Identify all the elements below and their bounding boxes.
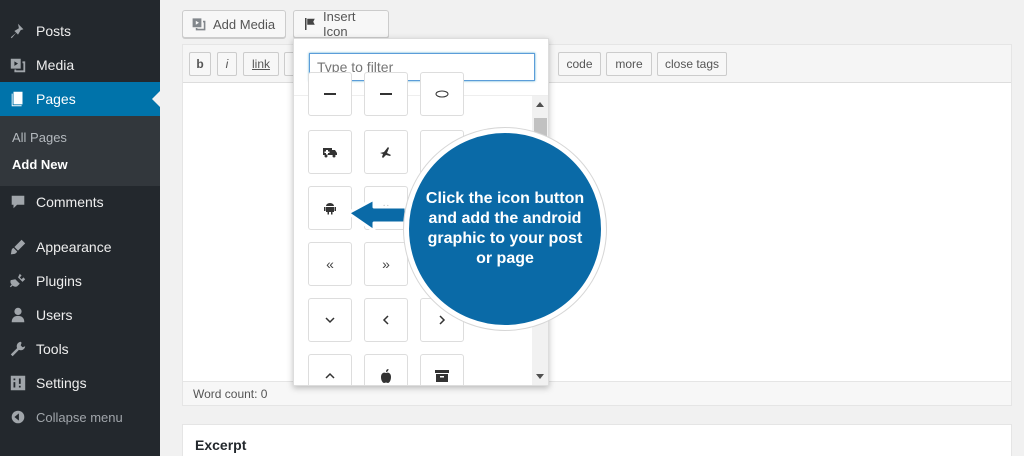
submenu-item-all-pages[interactable]: All Pages xyxy=(12,130,67,145)
minus-icon-tile[interactable] xyxy=(308,72,352,116)
ambulance-icon xyxy=(323,148,337,158)
collapse-menu-button[interactable]: Collapse menu xyxy=(0,400,160,434)
apple-icon-tile[interactable] xyxy=(364,354,408,385)
callout-bubble: Click the icon button and add the androi… xyxy=(404,128,606,330)
insert-icon-button[interactable]: Insert Icon xyxy=(293,9,389,39)
sidebar-item-tools[interactable]: Tools xyxy=(0,332,160,366)
scroll-down-arrow-icon[interactable] xyxy=(536,374,544,379)
sidebar-item-label: Comments xyxy=(36,194,104,210)
quicktag-link-button[interactable]: link xyxy=(243,52,279,76)
angle-left-icon-tile[interactable] xyxy=(364,298,408,342)
quicktag-more-button[interactable]: more xyxy=(606,52,652,76)
eye-icon-tile[interactable] xyxy=(420,72,464,116)
sidebar-item-label: Media xyxy=(36,57,75,73)
sidebar-item-label: Posts xyxy=(36,23,72,39)
quicktag-bold-button[interactable]: b xyxy=(189,52,211,76)
plane-icon xyxy=(380,147,391,158)
add-media-label: Add Media xyxy=(213,16,276,32)
sidebar-item-comments[interactable]: Comments xyxy=(0,185,160,219)
minus-icon-tile[interactable] xyxy=(364,72,408,116)
angle-double-left-icon-tile[interactable]: « xyxy=(308,242,352,286)
angle-up-icon xyxy=(325,372,335,379)
angle-double-right-icon: » xyxy=(382,256,390,272)
angle-double-right-icon-tile[interactable]: » xyxy=(364,242,408,286)
wrench-icon xyxy=(0,340,36,358)
quicktag-close-tags-button[interactable]: close tags xyxy=(657,52,727,76)
plug-icon xyxy=(0,272,36,290)
sidebar-item-users[interactable]: Users xyxy=(0,298,160,332)
comment-icon xyxy=(0,193,36,211)
user-icon xyxy=(0,306,36,324)
sidebar-item-label: Settings xyxy=(36,375,87,391)
insert-icon-label: Insert Icon xyxy=(323,9,356,39)
quicktag-italic-button[interactable]: i xyxy=(217,52,237,76)
sidebar-item-label: Plugins xyxy=(36,273,82,289)
media-icon xyxy=(192,18,206,31)
scroll-up-arrow-icon[interactable] xyxy=(536,102,544,107)
settings-icon xyxy=(0,374,36,392)
pages-icon xyxy=(0,90,36,108)
eye-icon xyxy=(435,90,449,98)
apple-icon xyxy=(381,369,391,383)
sidebar-item-settings[interactable]: Settings xyxy=(0,366,160,400)
archive-icon-tile[interactable] xyxy=(420,354,464,385)
minus-icon xyxy=(324,93,336,95)
sidebar-item-label: Appearance xyxy=(36,239,112,255)
android-icon xyxy=(324,203,336,215)
sidebar-item-label: Users xyxy=(36,307,73,323)
callout-text: Click the icon button and add the androi… xyxy=(425,190,585,267)
angle-right-icon xyxy=(439,315,446,325)
archive-icon xyxy=(435,370,449,382)
sidebar-item-media[interactable]: Media xyxy=(0,48,160,82)
excerpt-title: Excerpt xyxy=(195,437,247,453)
angle-down-icon xyxy=(325,317,335,324)
collapse-icon xyxy=(0,408,36,426)
sidebar-item-label: Pages xyxy=(36,91,76,107)
add-media-button[interactable]: Add Media xyxy=(182,10,286,38)
brush-icon xyxy=(0,238,36,256)
admin-sidebar: Posts Media Pages All Pages Add New Comm… xyxy=(0,0,160,456)
sidebar-item-plugins[interactable]: Plugins xyxy=(0,264,160,298)
flag-icon xyxy=(305,17,315,31)
pin-icon xyxy=(0,22,36,40)
sidebar-item-appearance[interactable]: Appearance xyxy=(0,230,160,264)
media-icon xyxy=(0,56,36,74)
angle-up-icon-tile[interactable] xyxy=(308,354,352,385)
excerpt-box: Excerpt xyxy=(182,424,1012,456)
ambulance-icon-tile[interactable] xyxy=(308,130,352,174)
collapse-menu-label: Collapse menu xyxy=(36,409,123,425)
sidebar-item-label: Tools xyxy=(36,341,69,357)
quicktag-code-button[interactable]: code xyxy=(558,52,601,76)
angle-down-icon-tile[interactable] xyxy=(308,298,352,342)
anchor-icon-tile[interactable] xyxy=(364,130,408,174)
submenu-item-add-new[interactable]: Add New xyxy=(12,157,68,172)
callout-arrow-icon xyxy=(346,197,408,233)
minus-icon xyxy=(380,93,392,95)
active-indicator xyxy=(152,91,160,107)
pages-submenu: All Pages Add New xyxy=(0,116,160,186)
angle-left-icon xyxy=(382,315,389,325)
angle-double-left-icon: « xyxy=(326,256,334,272)
sidebar-item-pages[interactable]: Pages xyxy=(0,82,160,116)
sidebar-item-posts[interactable]: Posts xyxy=(0,14,160,48)
